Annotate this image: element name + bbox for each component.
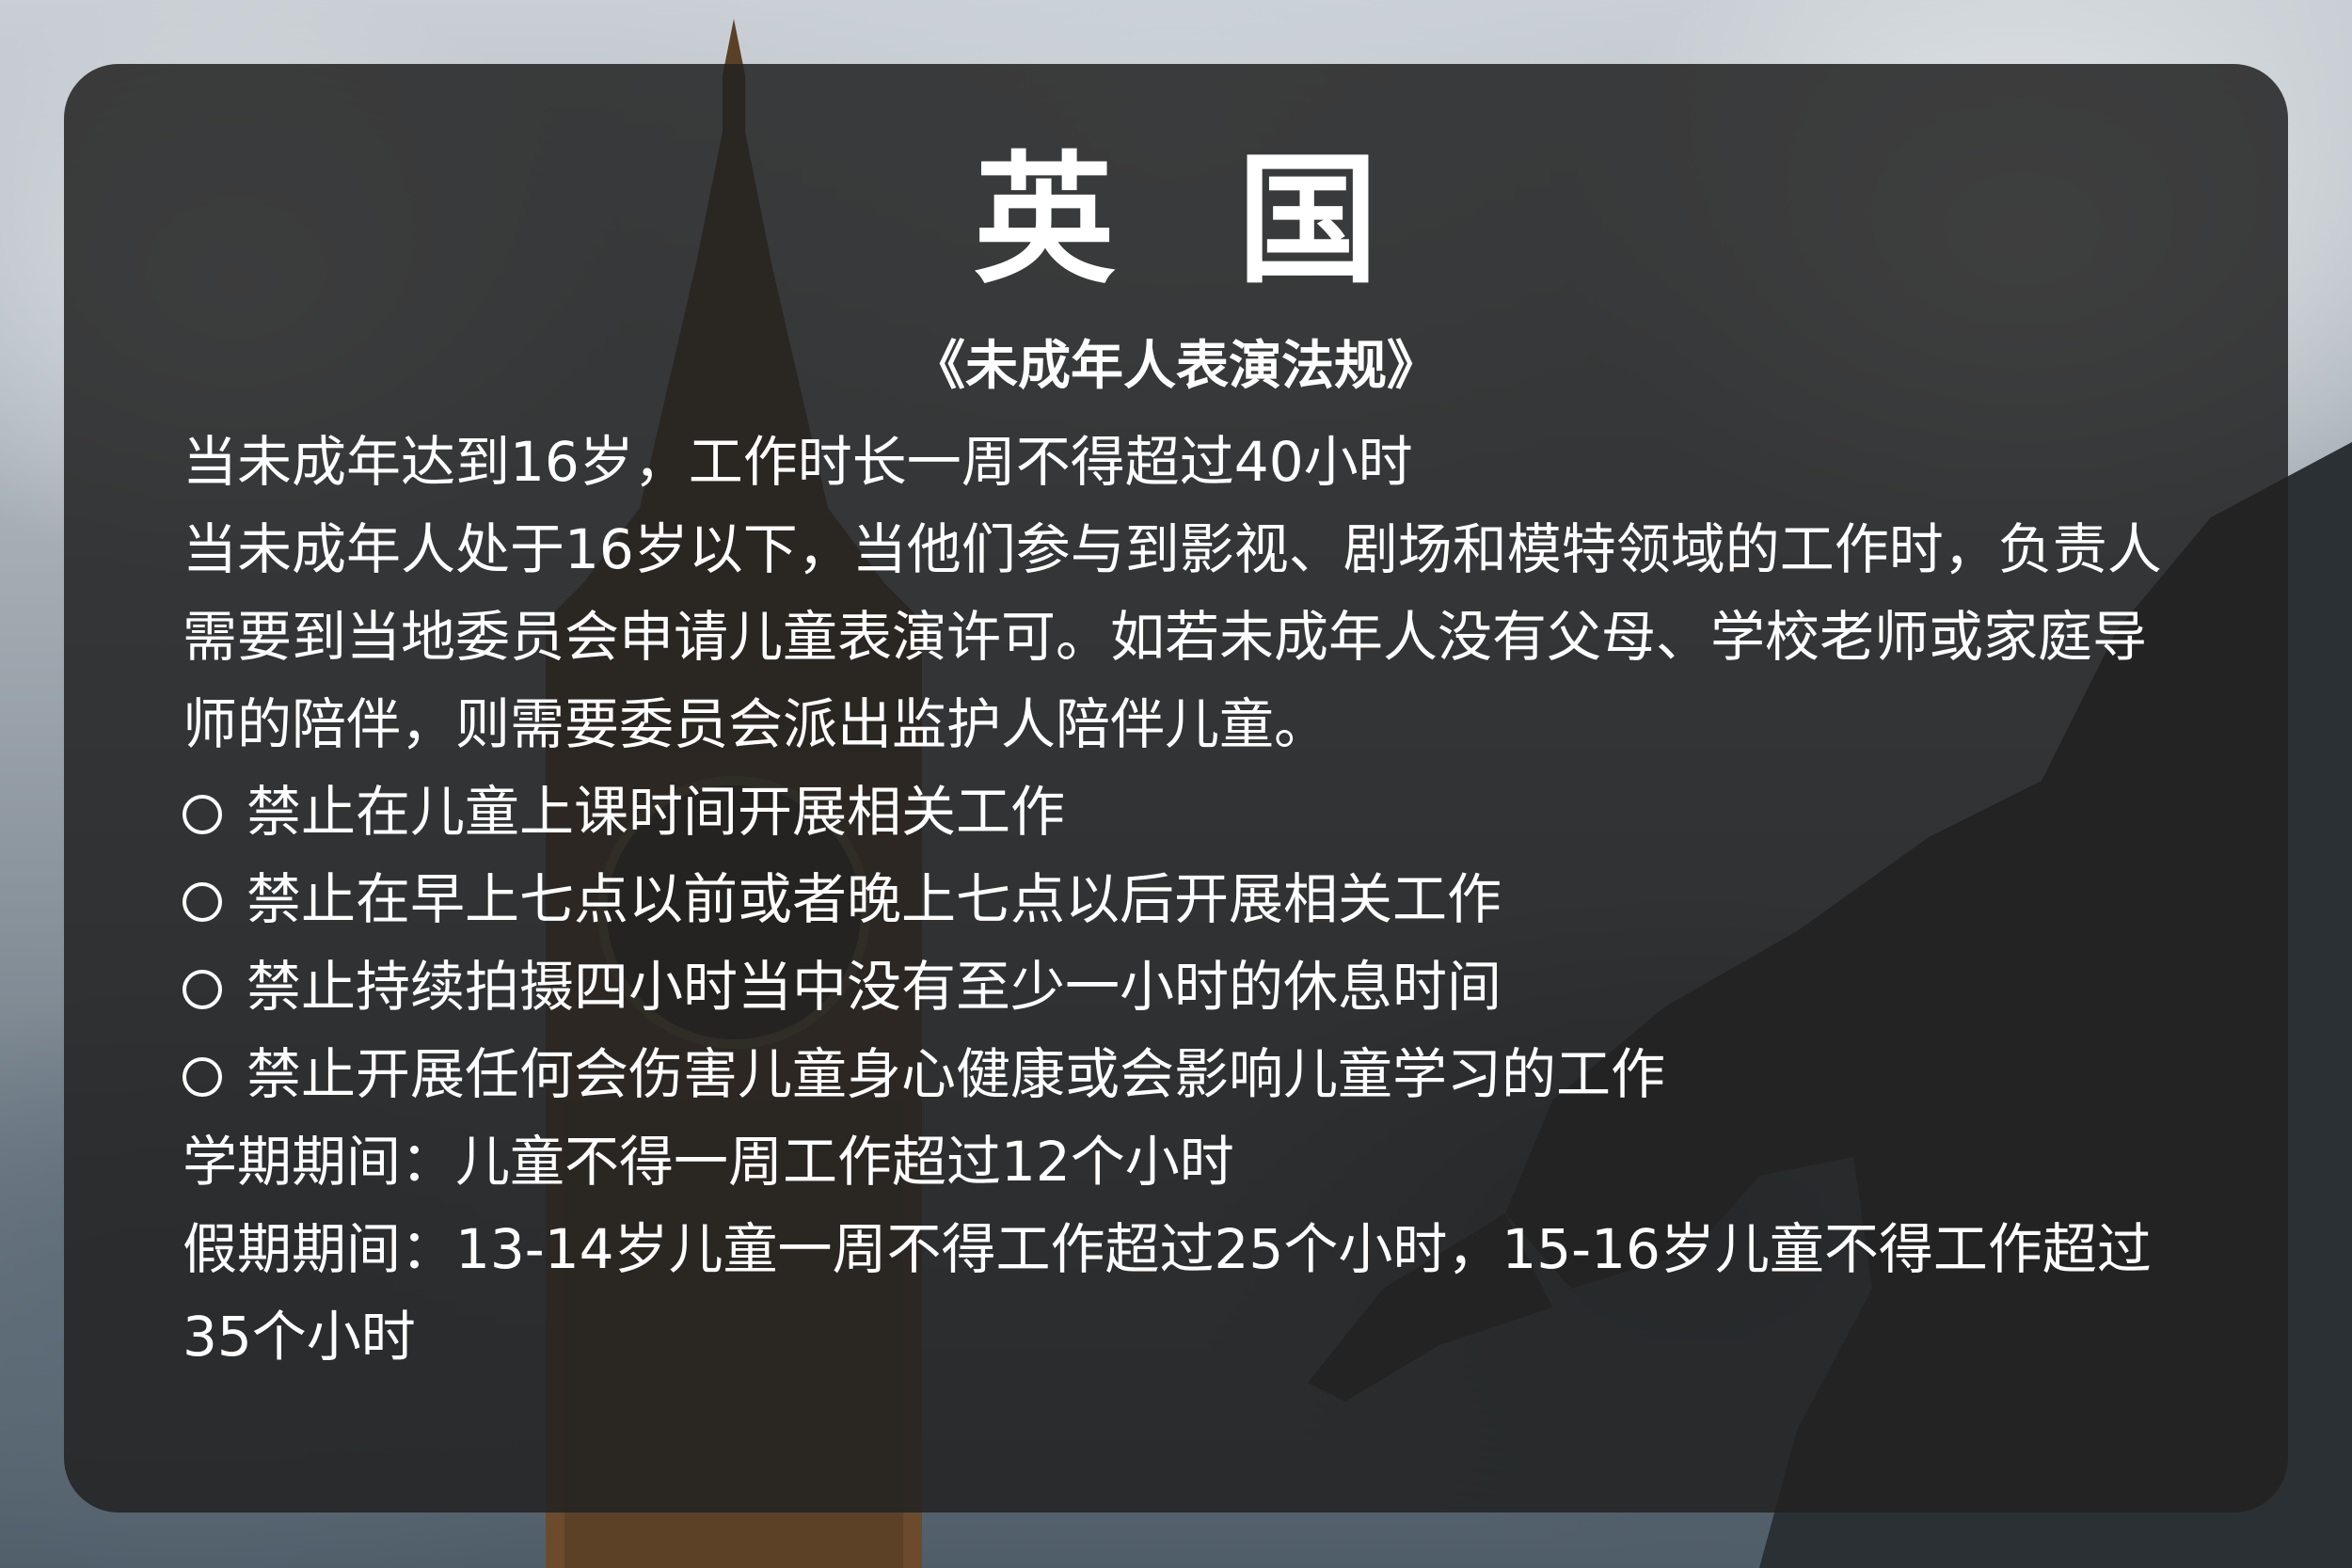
slide: 英国 《未成年人表演法规》 当未成年达到16岁，工作时长一周不得超过40小时 当…: [0, 0, 2352, 1568]
bullet-text: 禁止在早上七点以前或者晚上七点以后开展相关工作: [246, 867, 1502, 931]
page-title: 英国: [973, 139, 1501, 303]
paragraph: 当未成年人处于16岁以下，当他们参与到影视、剧场和模特领域的工作时，负责人需要到…: [183, 517, 2162, 756]
bullet-text: 禁止持续拍摄四小时当中没有至少一小时的休息时间: [246, 955, 1502, 1019]
note-holiday: 假期期间：13-14岁儿童一周不得工作超过25个小时，15-16岁儿童不得工作超…: [183, 1217, 2152, 1369]
note-term: 学期期间：儿童不得一周工作超过12个小时: [183, 1130, 1234, 1194]
bullet-item: 禁止在早上七点以前或者晚上七点以后开展相关工作: [183, 856, 2186, 943]
circle-bullet-icon: [183, 795, 222, 834]
paragraph: 当未成年达到16岁，工作时长一周不得超过40小时: [183, 430, 1413, 494]
bullet-text: 禁止开展任何会伤害儿童身心健康或会影响儿童学习的工作: [246, 1042, 1666, 1106]
circle-bullet-icon: [183, 970, 222, 1009]
bullet-item: 禁止持续拍摄四小时当中没有至少一小时的休息时间: [183, 943, 2186, 1031]
circle-bullet-icon: [183, 1057, 222, 1097]
bullet-item: 禁止开展任何会伤害儿童身心健康或会影响儿童学习的工作: [183, 1031, 2186, 1118]
law-title: 《未成年人表演法规》: [913, 336, 1439, 397]
bullet-text: 禁止在儿童上课时间开展相关工作: [246, 780, 1066, 844]
circle-bullet-icon: [183, 882, 222, 922]
content-body: 当未成年达到16岁，工作时长一周不得超过40小时 当未成年人处于16岁以下，当他…: [183, 419, 2186, 1381]
bullet-item: 禁止在儿童上课时间开展相关工作: [183, 768, 2186, 856]
